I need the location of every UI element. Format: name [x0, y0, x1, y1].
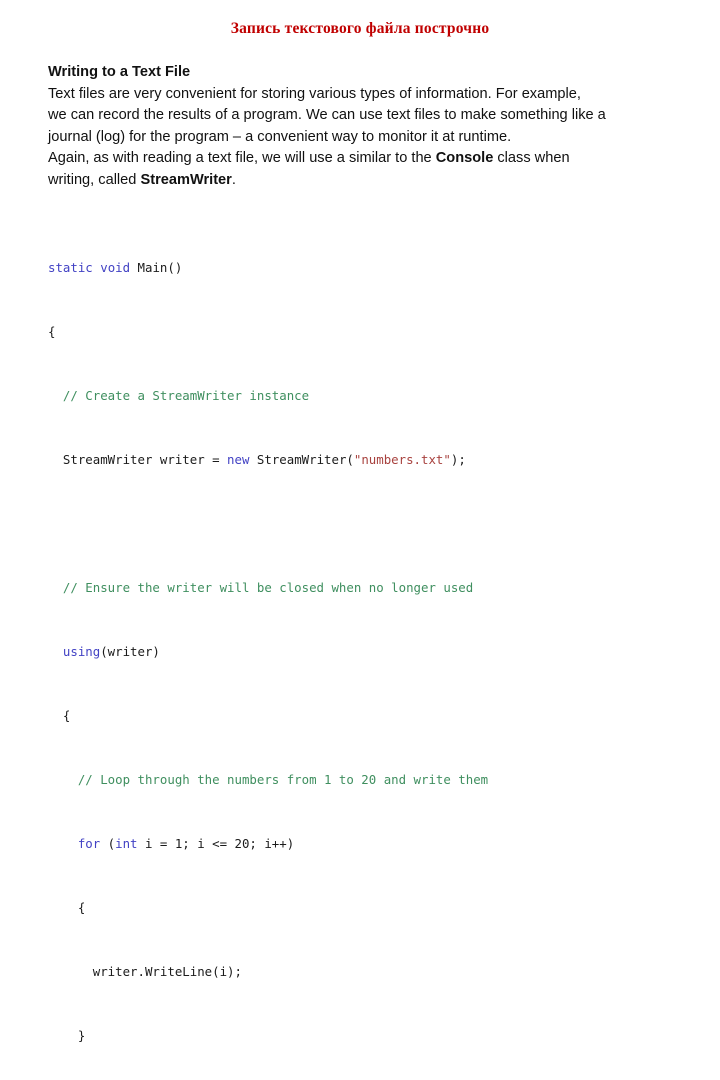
- code-token-brace: {: [48, 324, 56, 339]
- code-token-plain: );: [450, 452, 466, 467]
- code-token-keyword: for: [48, 836, 101, 851]
- code-token-keyword: void: [100, 260, 131, 275]
- code-line: // Create a StreamWriter instance: [48, 388, 708, 404]
- code-token-keyword: new: [227, 452, 250, 467]
- prose-line-1-text: Text files are very convenient for stori…: [48, 85, 581, 102]
- code-token-brace: {: [48, 708, 71, 723]
- slide-title: Запись текстового файла построчно: [230, 20, 490, 37]
- code-token-plain: (: [100, 836, 116, 851]
- code-line: for (int i = 1; i <= 20; i++): [48, 836, 708, 852]
- prose-block: Writing to a Text File Text files are ve…: [48, 62, 696, 192]
- code-line: }: [48, 1028, 708, 1044]
- prose-line-4: Again, as with reading a text file, we w…: [48, 148, 696, 170]
- prose-line-5-tail: .: [231, 171, 236, 188]
- prose-line-3-text: journal (log) for the program – a conven…: [48, 128, 512, 145]
- slide-canvas: Запись текстового файла построчно Writin…: [0, 0, 720, 1043]
- code-token-keyword: using: [48, 644, 101, 659]
- code-token-keyword: int: [115, 836, 138, 851]
- code-block: static void Main() { // Create a StreamW…: [48, 212, 708, 1080]
- code-token-plain: StreamWriter(: [249, 452, 354, 467]
- code-line: {: [48, 324, 708, 340]
- code-token-brace: }: [48, 1028, 86, 1043]
- code-token-string: "numbers.txt": [353, 452, 451, 467]
- code-line: {: [48, 900, 708, 916]
- code-token-plain: Main(): [130, 260, 183, 275]
- code-line: {: [48, 708, 708, 724]
- code-line: // Loop through the numbers from 1 to 20…: [48, 772, 708, 788]
- prose-line-2-text: we can record the results of a program. …: [48, 107, 606, 124]
- prose-line-4-tail: class when: [493, 150, 570, 167]
- section-heading: Writing to a Text File: [48, 64, 191, 80]
- console-keyword: Console: [435, 150, 494, 167]
- prose-line-1: Text files are very convenient for stori…: [48, 84, 696, 106]
- streamwriter-keyword: StreamWriter: [140, 171, 232, 188]
- prose-line-4-lead: Again, as with reading a text file, we w…: [48, 150, 436, 167]
- prose-line-3: journal (log) for the program – a conven…: [48, 127, 696, 149]
- code-line: writer.WriteLine(i);: [48, 964, 708, 980]
- code-token-plain: StreamWriter writer =: [48, 452, 228, 467]
- prose-line-5-lead: writing, called: [48, 171, 141, 188]
- code-token-plain: writer.WriteLine(i);: [48, 964, 242, 979]
- code-token-plain: (writer): [100, 644, 160, 659]
- code-token-brace: {: [48, 900, 86, 915]
- code-line: // Ensure the writer will be closed when…: [48, 580, 708, 596]
- code-line: StreamWriter writer = new StreamWriter("…: [48, 452, 708, 468]
- code-token-comment: // Loop through the numbers from 1 to 20…: [48, 772, 489, 787]
- code-token-comment: // Create a StreamWriter instance: [48, 388, 310, 403]
- code-line: using(writer): [48, 644, 708, 660]
- code-line: static void Main(): [48, 260, 708, 276]
- code-token-comment: // Ensure the writer will be closed when…: [48, 580, 474, 595]
- prose-line-5: writing, called StreamWriter.: [48, 170, 696, 192]
- code-token-plain: i = 1; i <= 20; i++): [137, 836, 295, 851]
- code-token-keyword: static: [48, 260, 93, 275]
- prose-line-2: we can record the results of a program. …: [48, 105, 696, 127]
